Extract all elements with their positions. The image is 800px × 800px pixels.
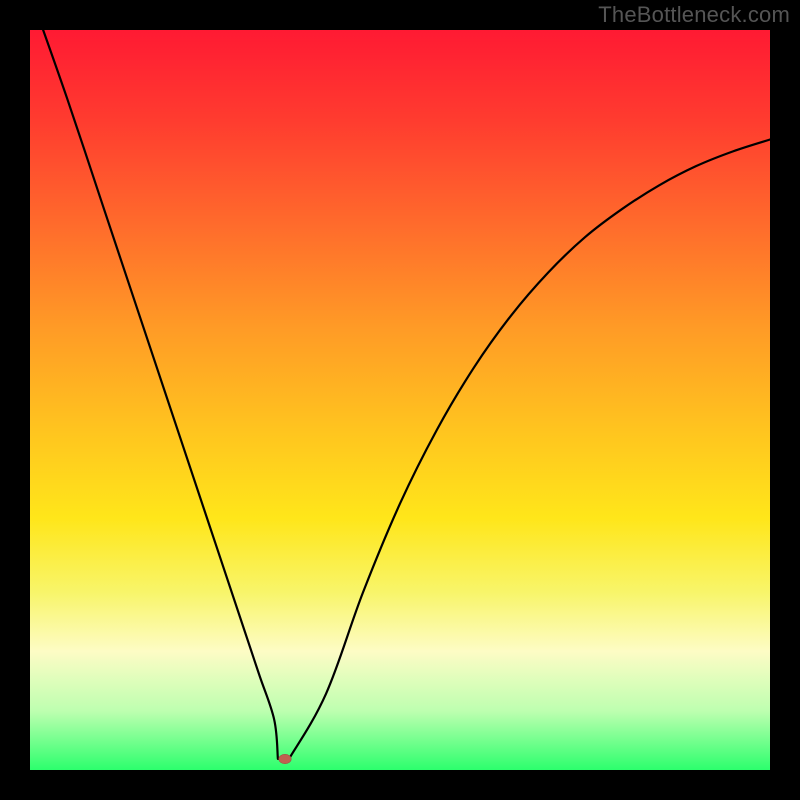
canvas: TheBottleneck.com — [0, 0, 800, 800]
chart-plot-area — [30, 30, 770, 770]
chart-curve — [30, 30, 770, 770]
chart-vertex-marker — [279, 754, 292, 764]
watermark-text: TheBottleneck.com — [598, 2, 790, 28]
